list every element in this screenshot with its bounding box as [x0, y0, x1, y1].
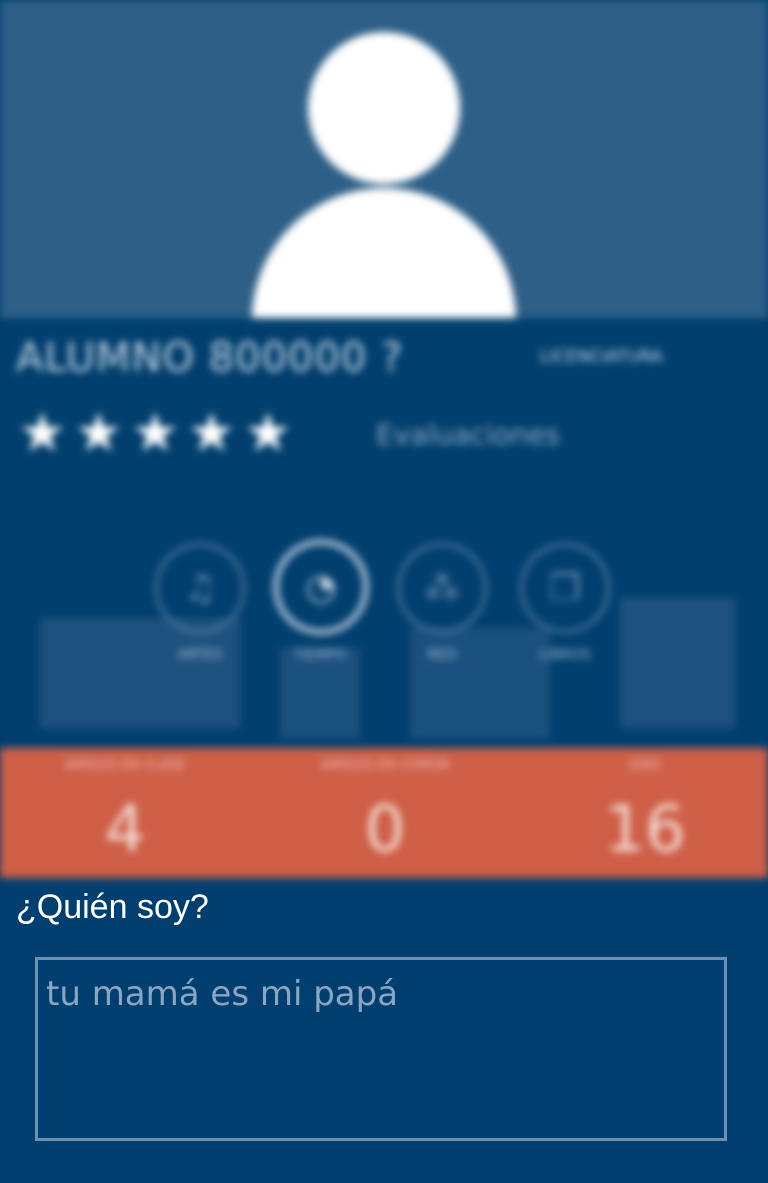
stat-value: 0: [364, 793, 406, 867]
star-icon: ★: [187, 401, 236, 464]
building-silhouette: [410, 628, 550, 738]
category-label-clock: TIEMPO: [293, 647, 347, 663]
music-icon[interactable]: ♫: [155, 543, 245, 633]
building-silhouette: [40, 618, 240, 728]
stat-label: AMIGOS EN COMÚN: [320, 758, 450, 773]
student-name: ALUMNO 800000 ?: [16, 335, 404, 381]
stat-value: 4: [104, 793, 146, 867]
evaluations-count: Evaluaciones: [376, 418, 560, 451]
star-icon: ★: [18, 401, 67, 464]
category-label-book: LIBROS: [539, 647, 591, 663]
category-label-network: RED: [427, 647, 457, 663]
profile-header: [0, 0, 768, 320]
profile-info-panel: [0, 318, 768, 748]
avatar-body: [252, 188, 516, 320]
stat-label: DÍAS: [629, 758, 661, 773]
star-icon: ★: [74, 401, 123, 464]
category-label-music: ARTES: [177, 647, 223, 663]
network-icon[interactable]: ⁂: [397, 543, 487, 633]
bio-textarea[interactable]: tu mamá es mi papá: [35, 957, 727, 1141]
rating-stars: ★ ★ ★ ★ ★: [18, 406, 292, 460]
bio-label: ¿Quién soy?: [16, 888, 209, 926]
building-silhouette: [620, 598, 735, 728]
clock-icon[interactable]: ◔: [273, 539, 369, 635]
profile-card: ALUMNO 800000 ? LICENCIATURA ★ ★ ★ ★ ★ E…: [0, 0, 768, 880]
star-icon: ★: [130, 401, 180, 464]
avatar-head: [308, 32, 460, 184]
book-icon[interactable]: ❐: [520, 543, 610, 633]
subject-label: LICENCIATURA: [540, 347, 663, 367]
stat-value: 16: [604, 793, 686, 867]
star-icon: ★: [243, 401, 293, 464]
stat-label: AMIGOS EN CLASE: [64, 758, 186, 773]
